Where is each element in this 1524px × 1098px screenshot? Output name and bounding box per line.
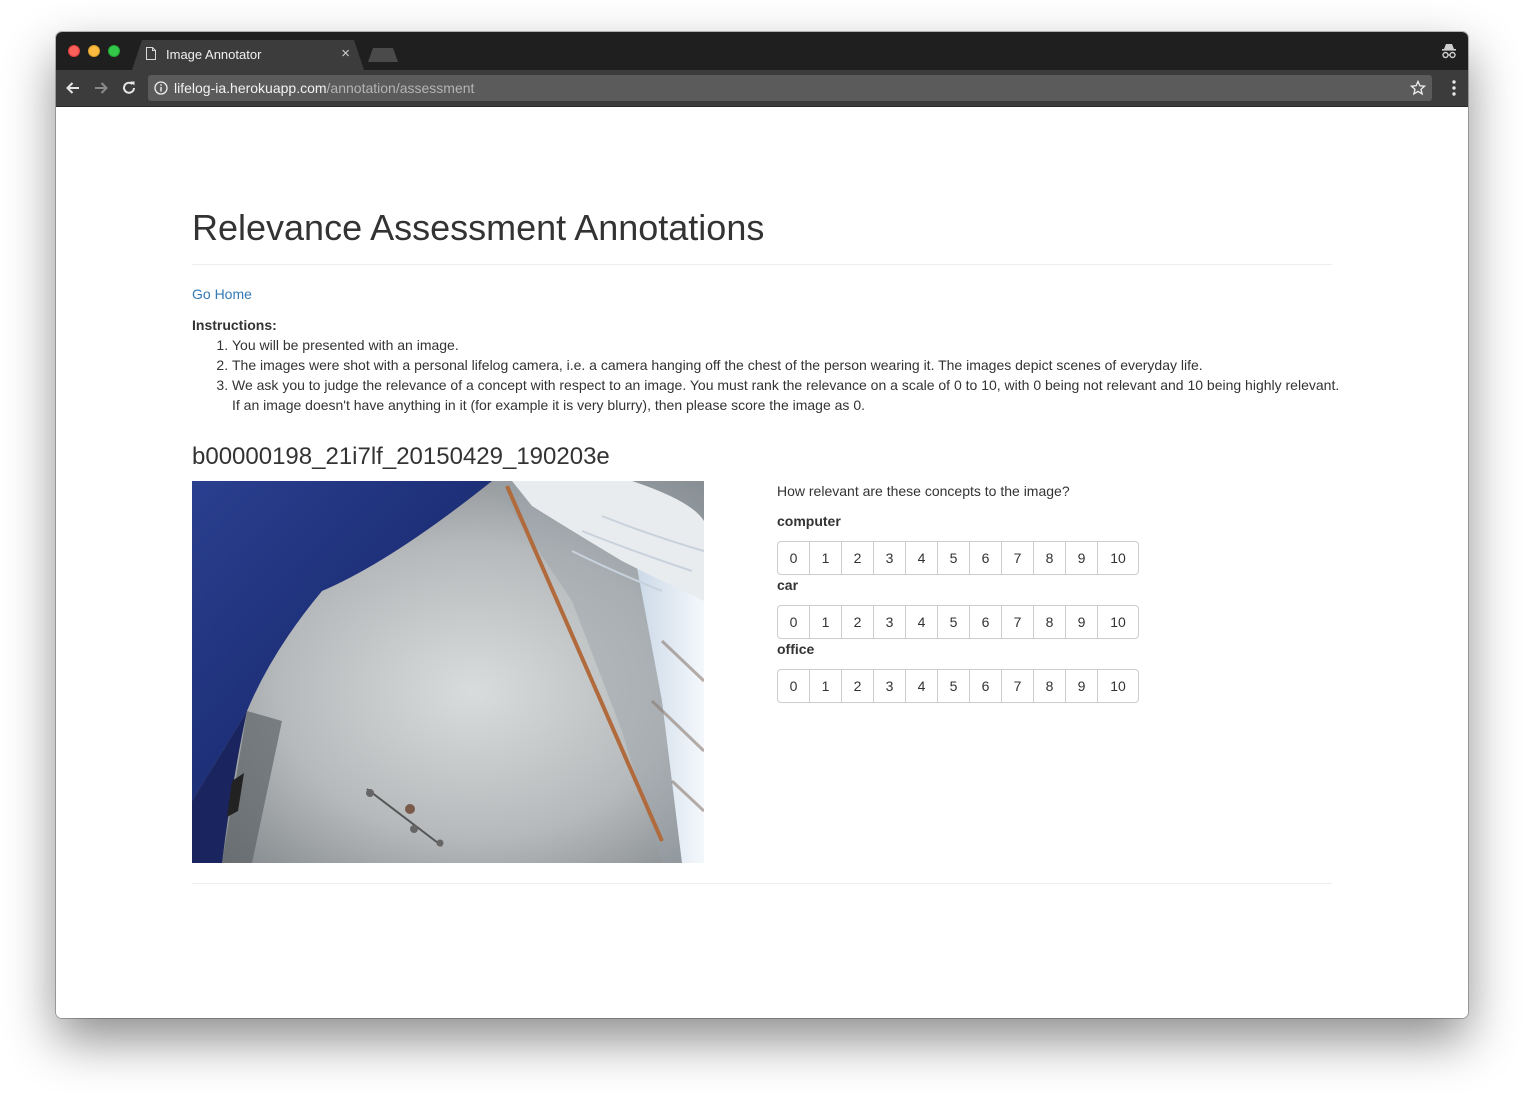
instructions-list: You will be presented with an image. The… <box>192 335 1342 415</box>
tab-title: Image Annotator <box>166 47 262 62</box>
maximize-window-button[interactable] <box>108 45 120 57</box>
page-content: Relevance Assessment Annotations Go Home… <box>56 107 1468 1018</box>
score-button-7[interactable]: 7 <box>1001 541 1034 575</box>
bottom-divider <box>192 883 1332 884</box>
score-button-2[interactable]: 2 <box>841 605 874 639</box>
minimize-window-button[interactable] <box>88 45 100 57</box>
url-path: /annotation/assessment <box>326 80 475 96</box>
instructions-label: Instructions: <box>192 317 277 333</box>
score-button-6[interactable]: 6 <box>969 669 1002 703</box>
score-button-2[interactable]: 2 <box>841 541 874 575</box>
score-button-10[interactable]: 10 <box>1097 605 1139 639</box>
concept-label-car: car <box>777 577 799 593</box>
page-title: Relevance Assessment Annotations <box>192 207 765 248</box>
lifelog-photo <box>192 481 704 863</box>
tab-strip: Image Annotator × <box>56 32 1468 70</box>
score-button-0[interactable]: 0 <box>777 605 810 639</box>
url-host: lifelog-ia.herokuapp.com <box>174 80 327 96</box>
score-group-office: 0 1 2 3 4 5 6 7 8 9 10 <box>777 669 1139 703</box>
incognito-icon <box>1442 44 1456 59</box>
back-arrow-icon[interactable] <box>64 79 82 97</box>
score-button-9[interactable]: 9 <box>1065 605 1098 639</box>
score-button-10[interactable]: 10 <box>1097 541 1139 575</box>
instruction-item: You will be presented with an image. <box>232 335 1342 355</box>
browser-window: Image Annotator × lifelog-ia.herokuapp.c… <box>56 32 1468 1018</box>
score-button-8[interactable]: 8 <box>1033 605 1066 639</box>
score-button-8[interactable]: 8 <box>1033 541 1066 575</box>
close-window-button[interactable] <box>68 45 80 57</box>
score-button-6[interactable]: 6 <box>969 541 1002 575</box>
concept-label-computer: computer <box>777 513 841 529</box>
score-button-10[interactable]: 10 <box>1097 669 1139 703</box>
score-button-2[interactable]: 2 <box>841 669 874 703</box>
score-button-0[interactable]: 0 <box>777 669 810 703</box>
score-button-8[interactable]: 8 <box>1033 669 1066 703</box>
close-tab-icon[interactable]: × <box>341 45 350 62</box>
relevance-question: How relevant are these concepts to the i… <box>777 483 1070 499</box>
concept-label-office: office <box>777 641 815 657</box>
instruction-item: We ask you to judge the relevance of a c… <box>232 375 1342 415</box>
url-text: lifelog-ia.herokuapp.com/annotation/asse… <box>174 80 474 96</box>
forward-arrow-icon[interactable] <box>92 79 110 97</box>
kebab-menu-icon[interactable] <box>1452 80 1456 96</box>
score-button-0[interactable]: 0 <box>777 541 810 575</box>
score-button-5[interactable]: 5 <box>937 605 970 639</box>
instruction-item: The images were shot with a personal lif… <box>232 355 1342 375</box>
score-button-3[interactable]: 3 <box>873 541 906 575</box>
score-button-1[interactable]: 1 <box>809 669 842 703</box>
score-button-5[interactable]: 5 <box>937 669 970 703</box>
score-button-5[interactable]: 5 <box>937 541 970 575</box>
page-icon <box>146 47 156 60</box>
reload-icon[interactable] <box>120 79 138 97</box>
score-button-7[interactable]: 7 <box>1001 605 1034 639</box>
score-button-1[interactable]: 1 <box>809 605 842 639</box>
score-button-3[interactable]: 3 <box>873 669 906 703</box>
new-tab-button[interactable] <box>368 48 398 62</box>
score-button-9[interactable]: 9 <box>1065 541 1098 575</box>
score-group-car: 0 1 2 3 4 5 6 7 8 9 10 <box>777 605 1139 639</box>
title-divider <box>192 264 1332 265</box>
score-button-4[interactable]: 4 <box>905 541 938 575</box>
score-button-3[interactable]: 3 <box>873 605 906 639</box>
image-id-heading: b00000198_21i7lf_20150429_190203e <box>192 443 610 470</box>
tab-image-annotator[interactable]: Image Annotator × <box>132 40 364 70</box>
info-icon[interactable] <box>154 81 168 95</box>
score-button-4[interactable]: 4 <box>905 605 938 639</box>
bookmark-star-icon[interactable] <box>1410 80 1426 96</box>
score-button-4[interactable]: 4 <box>905 669 938 703</box>
go-home-link[interactable]: Go Home <box>192 286 252 302</box>
address-bar[interactable]: lifelog-ia.herokuapp.com/annotation/asse… <box>148 75 1432 101</box>
score-button-6[interactable]: 6 <box>969 605 1002 639</box>
score-group-computer: 0 1 2 3 4 5 6 7 8 9 10 <box>777 541 1139 575</box>
score-button-1[interactable]: 1 <box>809 541 842 575</box>
score-button-9[interactable]: 9 <box>1065 669 1098 703</box>
score-button-7[interactable]: 7 <box>1001 669 1034 703</box>
browser-toolbar: lifelog-ia.herokuapp.com/annotation/asse… <box>56 70 1468 107</box>
